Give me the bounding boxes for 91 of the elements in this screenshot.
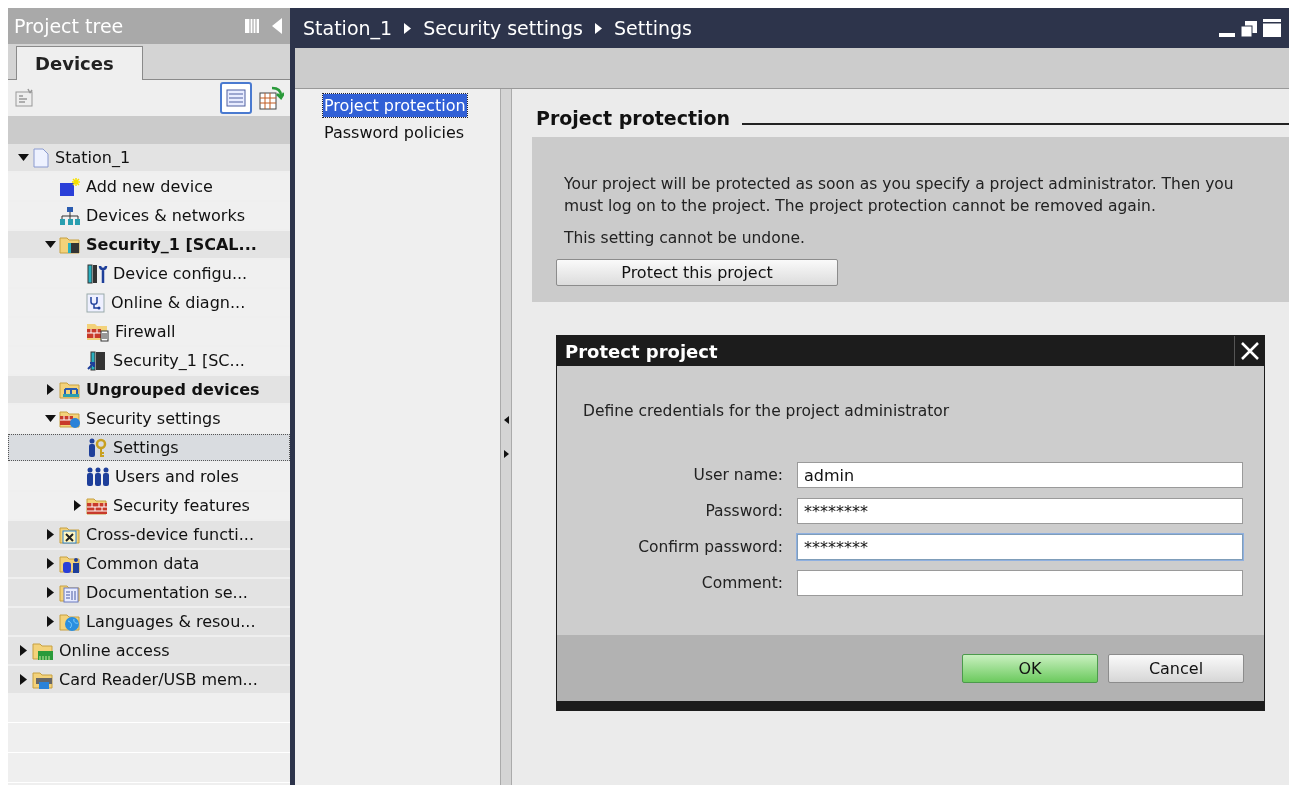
expand-arrow-icon[interactable]: [46, 384, 54, 395]
maximize-icon[interactable]: [1263, 19, 1281, 37]
expand-arrow-icon[interactable]: [19, 674, 27, 685]
user-key-icon: [86, 437, 108, 458]
configuration-icon: [86, 263, 108, 284]
add-device-icon: [59, 176, 81, 197]
tree-item-label: Users and roles: [115, 467, 239, 486]
tree-item-label: Device configu...: [113, 264, 248, 283]
breadcrumb-item[interactable]: Settings: [614, 17, 692, 39]
tree-item-label: Common data: [86, 554, 200, 573]
collapse-arrow-icon[interactable]: [17, 154, 29, 161]
collapse-arrow-icon[interactable]: [44, 241, 56, 248]
table-download-icon[interactable]: [258, 84, 284, 111]
panel-title: Project tree: [14, 14, 125, 37]
firewall-icon: [86, 321, 110, 342]
data-folder-icon: [59, 553, 81, 574]
expand-arrow-icon[interactable]: [46, 587, 54, 598]
globe-folder-icon: [59, 611, 81, 632]
tree-item-label: Settings: [113, 438, 179, 457]
splitter-right-arrow-icon[interactable]: [503, 450, 509, 458]
expand-arrow-icon[interactable]: [46, 558, 54, 569]
network-icon: [59, 205, 81, 226]
tree-item-label: Security settings: [86, 409, 221, 428]
tree-item-label: Devices & networks: [86, 206, 245, 225]
breadcrumb-item[interactable]: Station_1: [303, 17, 393, 39]
tree-item-label: Online access: [59, 641, 170, 660]
security-folder-icon: [59, 408, 81, 429]
tree-item[interactable]: Card Reader/USB mem...: [8, 666, 290, 693]
input-field[interactable]: ********: [797, 534, 1243, 560]
module-icon: [86, 350, 108, 371]
tree-item-label: Firewall: [115, 322, 176, 341]
wall-folder-icon: [86, 495, 108, 516]
cross-folder-icon: [59, 524, 81, 545]
ok-button[interactable]: OK: [962, 653, 1098, 683]
network-folder-icon: [59, 379, 81, 400]
info-text: This setting cannot be undone.: [564, 228, 805, 249]
tree-item-label: Online & diagn...: [111, 293, 246, 312]
tree-item-label: Languages & resou...: [86, 612, 256, 631]
tree-item[interactable]: Ungrouped devices: [8, 376, 290, 403]
stethoscope-icon: [86, 292, 106, 313]
breadcrumb-separator-icon: [404, 22, 412, 34]
tree-item[interactable]: Online access: [8, 637, 290, 664]
device-folder-icon: [59, 234, 81, 255]
input-field[interactable]: ********: [797, 498, 1243, 524]
close-icon: [1239, 341, 1260, 361]
expand-arrow-icon[interactable]: [46, 529, 54, 540]
field-label: Confirm password:: [637, 538, 783, 556]
tree-item-label: Add new device: [86, 177, 213, 196]
tree-item-label: Security features: [113, 496, 250, 515]
splitter-left-arrow-icon[interactable]: [503, 416, 509, 424]
tree-item[interactable]: Settings: [8, 434, 290, 461]
tree-item-label: Cross-device functi...: [86, 525, 254, 544]
tab[interactable]: Devices: [16, 46, 143, 81]
documentation-folder-icon: [59, 582, 81, 603]
tree-item[interactable]: Cross-device functi...: [8, 521, 290, 548]
nav-item[interactable]: Project protection: [323, 94, 467, 117]
dialog-instruction: Define credentials for the project administrator: [583, 402, 951, 420]
field-label: User name:: [692, 466, 783, 484]
breadcrumb-separator-icon: [595, 22, 602, 34]
users-icon: [86, 466, 110, 487]
expand-arrow-icon[interactable]: [19, 645, 27, 656]
tree-item-label: Station_1: [55, 148, 131, 167]
collapse-arrow-icon[interactable]: [44, 415, 56, 422]
nav-item[interactable]: Password policies: [323, 121, 466, 144]
document-icon: [32, 147, 50, 168]
tree-item-label: Security_1 [SC...: [113, 351, 245, 370]
tree-item[interactable]: Languages & resou...: [8, 608, 290, 635]
online-folder-icon: [32, 640, 54, 661]
info-text: Your project will be protected as soon as you specify a project administrator. Then you must log on to the project. The project protection cannot be removed again.: [564, 174, 1235, 217]
tree-item[interactable]: Security_1 [SCAL...: [8, 231, 290, 258]
card-reader-folder-icon: [32, 669, 54, 690]
cancel-button[interactable]: Cancel: [1108, 653, 1244, 683]
input-field[interactable]: [797, 570, 1243, 596]
tree-item-label: Card Reader/USB mem...: [59, 670, 258, 689]
tree-item[interactable]: Common data: [8, 550, 290, 577]
section-title: Project protection: [536, 107, 731, 129]
breadcrumb-item[interactable]: Security settings: [423, 17, 583, 39]
protect-project-button[interactable]: Protect this project: [556, 259, 838, 286]
table-view-icon[interactable]: [220, 81, 252, 114]
expand-arrow-icon[interactable]: [73, 500, 81, 511]
input-field[interactable]: admin: [797, 462, 1243, 488]
tree-item-label: Ungrouped devices: [86, 380, 260, 399]
field-label: Password:: [704, 502, 783, 520]
restore-icon[interactable]: [1241, 21, 1257, 37]
tree-item-label: Security_1 [SCAL...: [86, 235, 257, 254]
dialog-title: Protect project: [565, 340, 719, 362]
tree-item-label: Documentation se...: [86, 583, 248, 602]
field-label: Comment:: [700, 574, 783, 592]
tree-item[interactable]: Station_1: [8, 144, 290, 171]
tree-item[interactable]: Documentation se...: [8, 579, 290, 606]
expand-arrow-icon[interactable]: [46, 616, 54, 627]
